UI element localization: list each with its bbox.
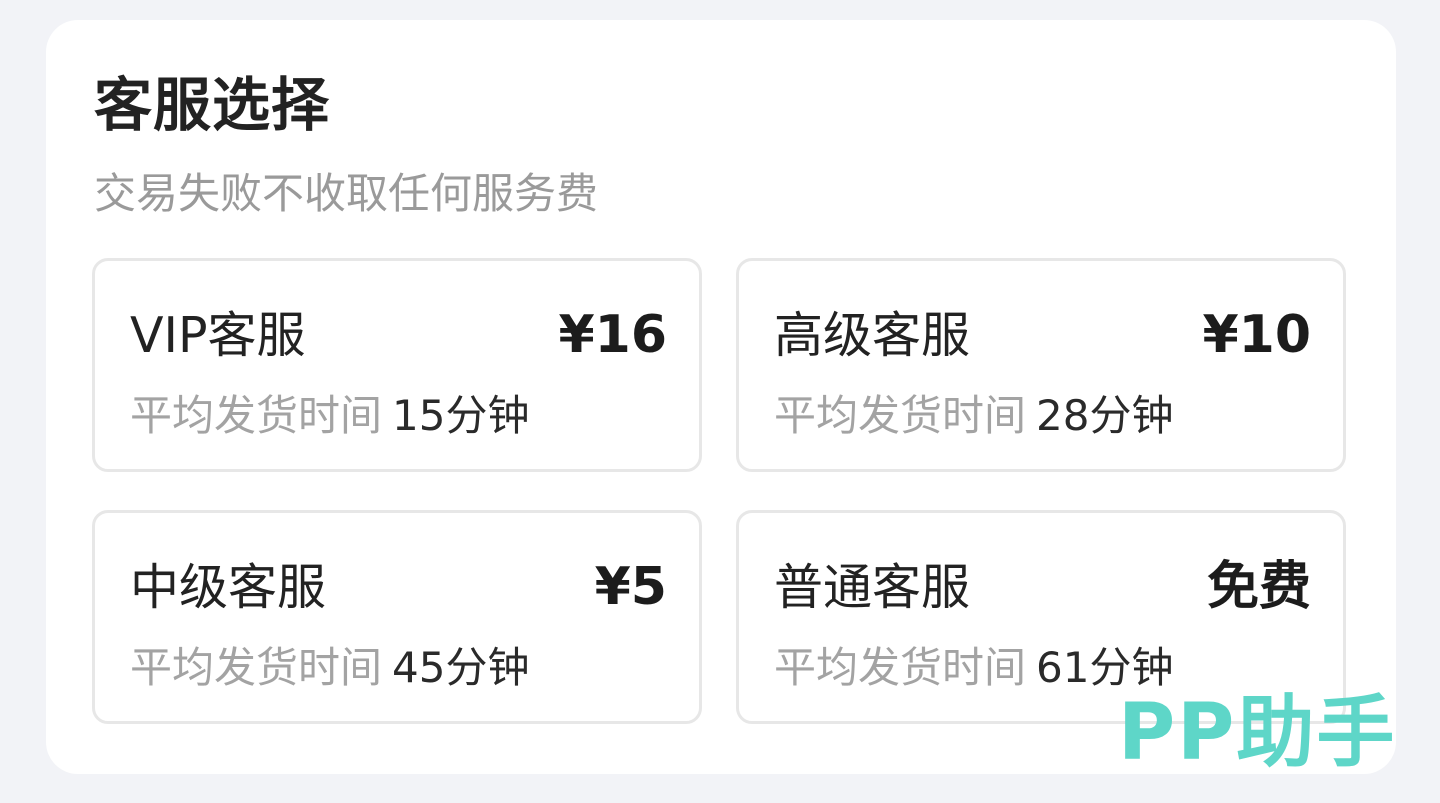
service-option-price: ¥10 [1202,305,1311,365]
service-option-vip[interactable]: VIP客服 ¥16 平均发货时间 15分钟 [92,258,702,472]
delivery-time-label: 平均发货时间 [774,391,1027,440]
watermark-logo: PP助手 [1118,688,1397,778]
delivery-time-value: 61分钟 [1036,643,1174,692]
service-option-name: 普通客服 [774,559,971,616]
delivery-time-label: 平均发货时间 [774,643,1027,692]
delivery-time-value: 15分钟 [392,391,530,440]
service-option-name: 中级客服 [130,559,327,616]
page-title: 客服选择 [94,71,331,139]
delivery-time: 平均发货时间 28分钟 [774,395,1173,437]
delivery-time-value: 45分钟 [392,643,530,692]
delivery-time: 平均发货时间 15分钟 [130,395,529,437]
delivery-time-label: 平均发货时间 [130,643,383,692]
service-option-price: ¥16 [558,305,667,365]
service-option-senior[interactable]: 高级客服 ¥10 平均发货时间 28分钟 [736,258,1346,472]
delivery-time: 平均发货时间 61分钟 [774,647,1173,689]
service-option-name: VIP客服 [130,307,306,364]
delivery-time-value: 28分钟 [1036,391,1174,440]
service-option-intermediate[interactable]: 中级客服 ¥5 平均发货时间 45分钟 [92,510,702,724]
page-subtitle: 交易失败不收取任何服务费 [94,169,599,218]
service-option-price: ¥5 [594,557,667,617]
service-option-price: 免费 [1206,557,1311,617]
delivery-time: 平均发货时间 45分钟 [130,647,529,689]
delivery-time-label: 平均发货时间 [130,391,383,440]
service-option-name: 高级客服 [774,307,971,364]
service-selection-panel: 客服选择 交易失败不收取任何服务费 VIP客服 ¥16 平均发货时间 15分钟 高… [46,20,1396,774]
